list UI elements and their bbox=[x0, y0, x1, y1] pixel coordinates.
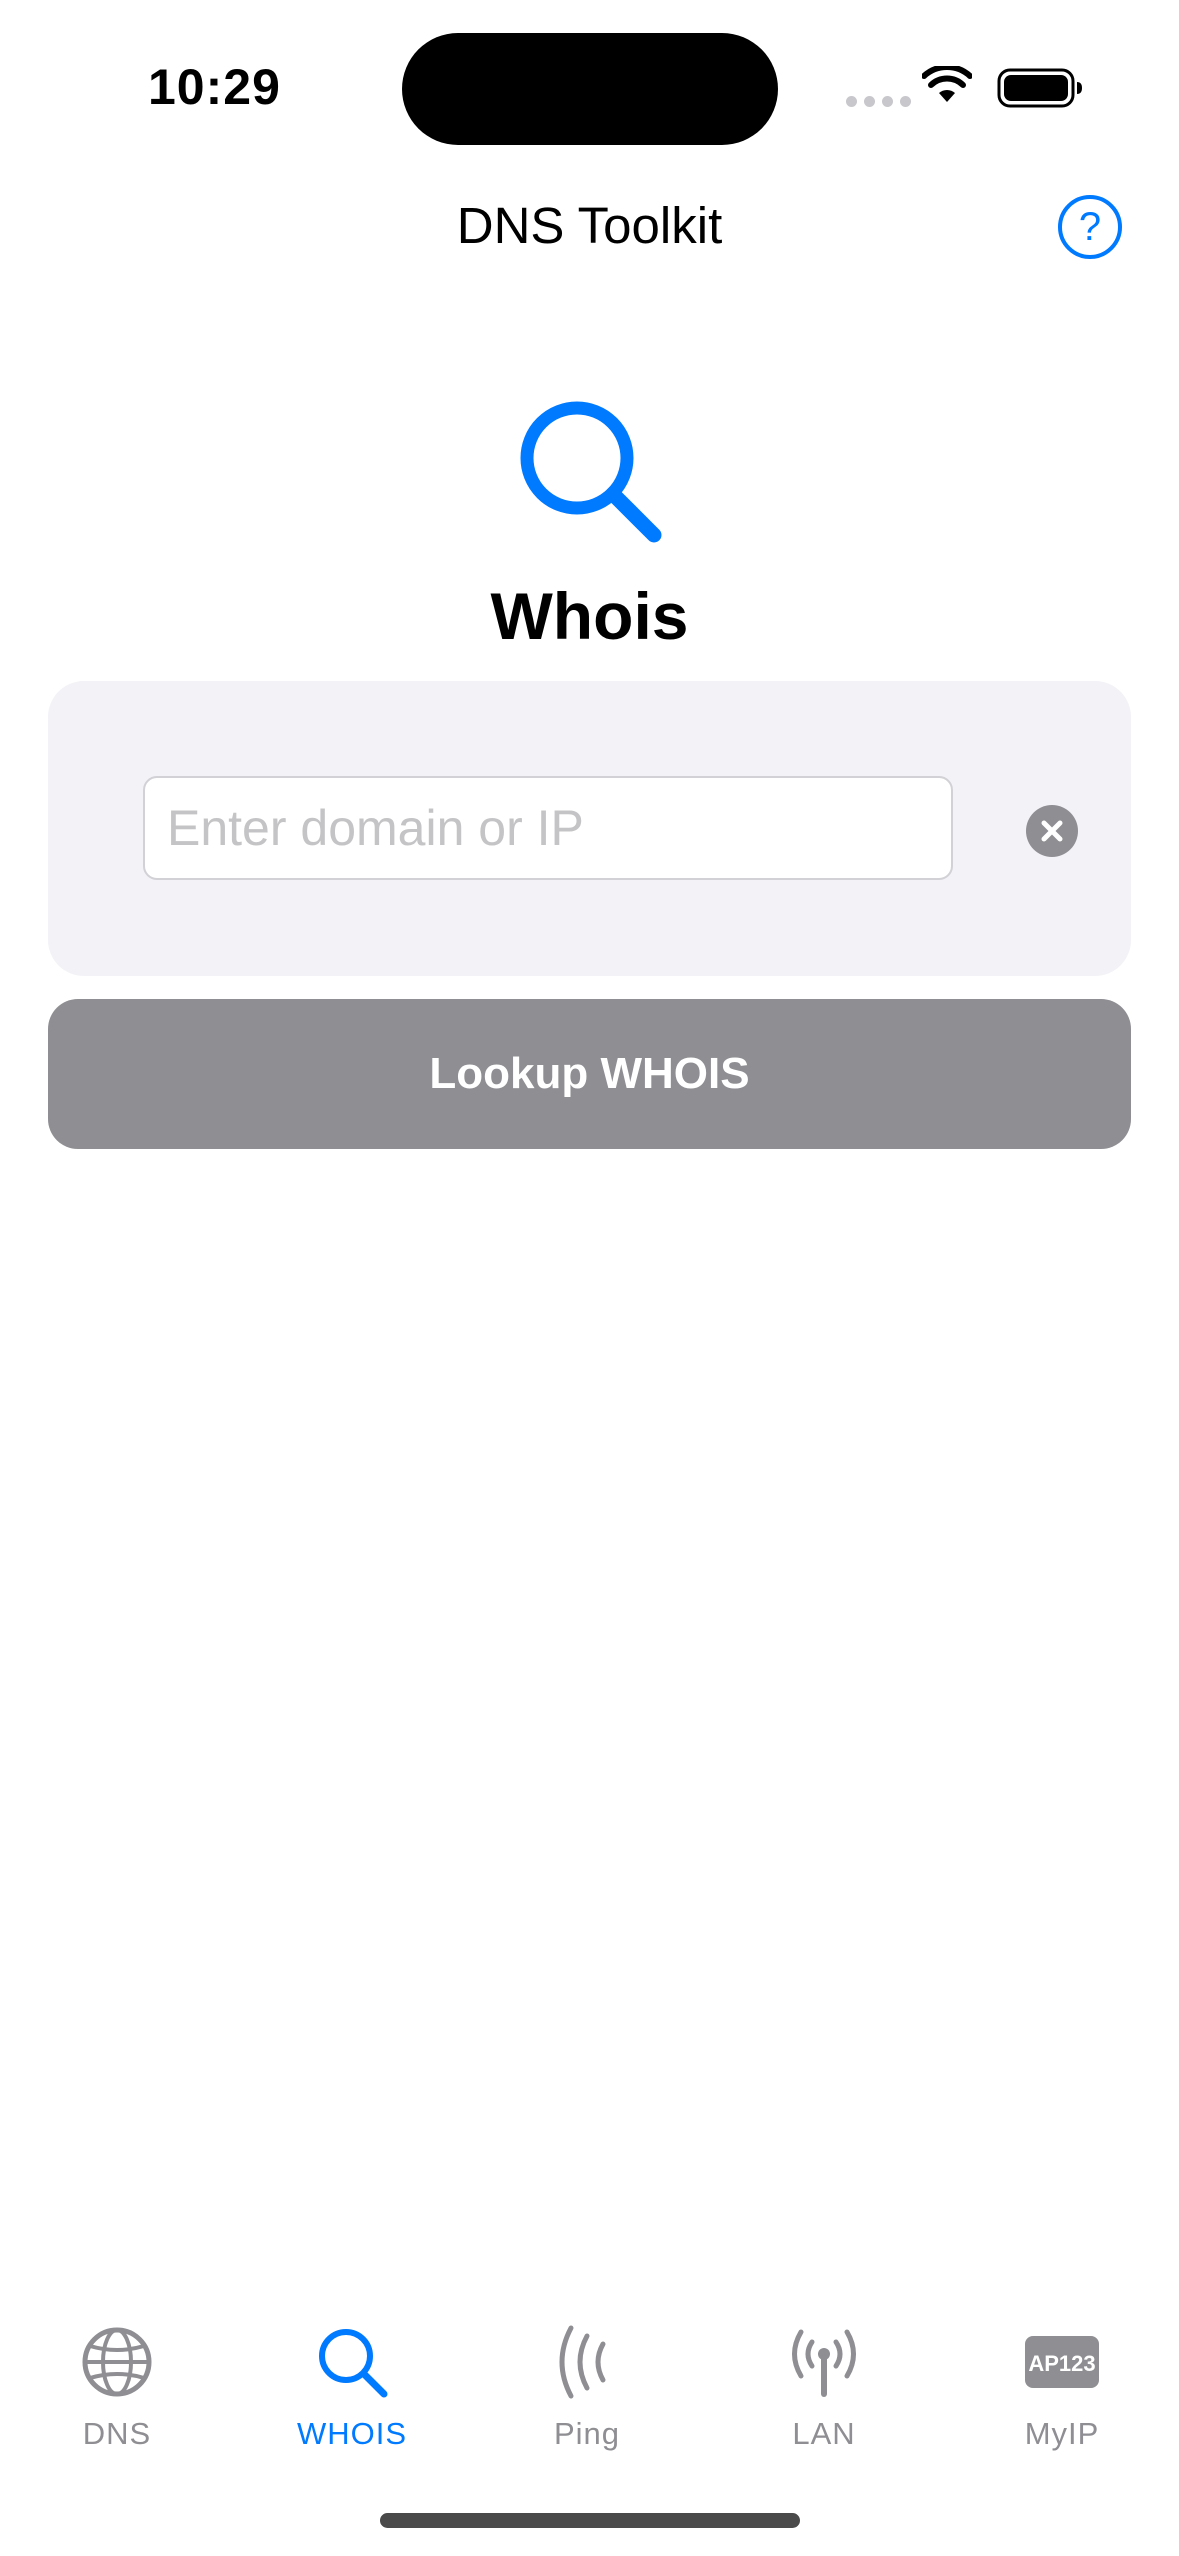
ap123-icon: AP123 bbox=[1025, 2336, 1099, 2388]
tab-label-ping: Ping bbox=[553, 2416, 621, 2451]
input-card bbox=[48, 681, 1131, 976]
wifi-icon bbox=[922, 66, 972, 102]
status-time: 10:29 bbox=[148, 59, 281, 115]
tab-label-dns: DNS bbox=[82, 2416, 152, 2451]
lookup-whois-button[interactable]: Lookup WHOIS bbox=[48, 999, 1131, 1149]
tab-whois[interactable]: WHOIS bbox=[257, 2300, 447, 2480]
page-title: Whois bbox=[490, 579, 689, 653]
cellular-signal-icon bbox=[846, 96, 911, 107]
clear-button[interactable] bbox=[1026, 805, 1078, 857]
battery-icon bbox=[997, 68, 1082, 108]
tab-dns[interactable]: DNS bbox=[22, 2300, 212, 2480]
tab-bar: DNS WHOIS Ping LAN AP123 MyIP bbox=[0, 2300, 1179, 2480]
close-icon bbox=[1041, 820, 1063, 842]
dynamic-island bbox=[402, 33, 778, 145]
antenna-icon bbox=[792, 2329, 856, 2397]
nav-title: DNS Toolkit bbox=[456, 197, 723, 254]
tab-myip[interactable]: AP123 MyIP bbox=[967, 2300, 1157, 2480]
tab-lan[interactable]: LAN bbox=[729, 2300, 919, 2480]
magnifying-glass-icon bbox=[520, 401, 662, 543]
domain-input[interactable] bbox=[143, 776, 953, 880]
tab-label-lan: LAN bbox=[792, 2416, 856, 2451]
ping-waves-icon bbox=[559, 2325, 606, 2399]
globe-icon bbox=[82, 2327, 152, 2397]
tab-label-myip: MyIP bbox=[1024, 2416, 1100, 2451]
tab-label-whois: WHOIS bbox=[296, 2416, 408, 2451]
help-button[interactable]: ? bbox=[1058, 195, 1122, 259]
home-indicator bbox=[380, 2513, 800, 2528]
tab-ping[interactable]: Ping bbox=[492, 2300, 682, 2480]
whois-screen: 10:29 DNS Toolkit ? Whois Lookup WHOIS bbox=[0, 0, 1179, 2556]
magnifying-glass-icon bbox=[319, 2329, 388, 2398]
svg-text:AP123: AP123 bbox=[1028, 2351, 1095, 2376]
